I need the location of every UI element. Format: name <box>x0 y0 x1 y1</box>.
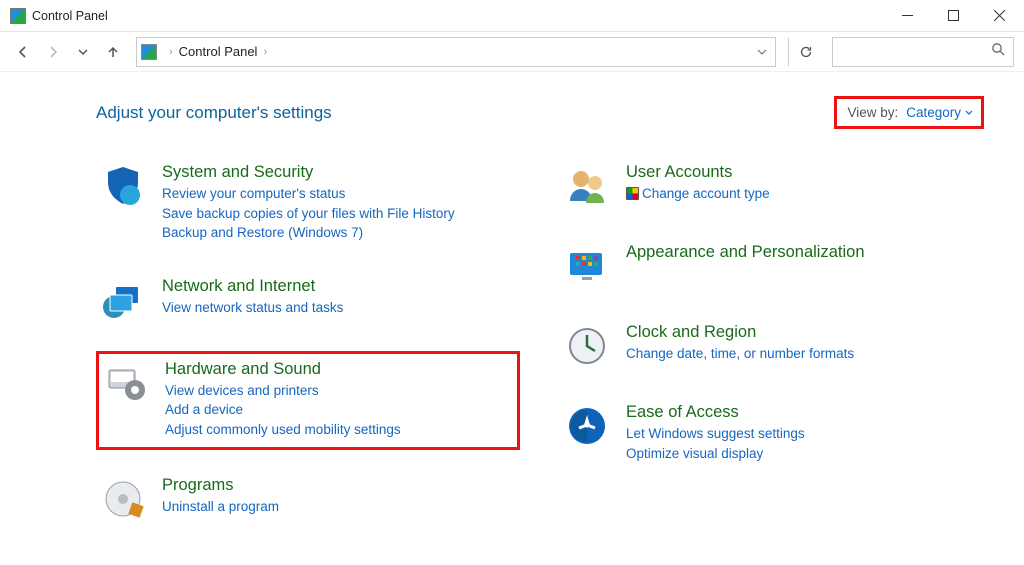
search-icon <box>991 42 1005 61</box>
breadcrumb-current[interactable]: Control Panel <box>179 44 258 59</box>
clock-region-icon[interactable] <box>564 323 610 369</box>
refresh-button[interactable] <box>788 38 822 66</box>
maximize-button[interactable] <box>930 0 976 32</box>
category-link[interactable]: Change date, time, or number formats <box>626 344 854 364</box>
control-panel-icon <box>141 44 157 60</box>
appearance-personalization-icon[interactable] <box>564 243 610 289</box>
category-programs: Programs Uninstall a program <box>96 470 520 530</box>
category-title[interactable]: Hardware and Sound <box>165 360 401 379</box>
category-title[interactable]: User Accounts <box>626 163 770 182</box>
category-title[interactable]: Ease of Access <box>626 403 805 422</box>
category-link[interactable]: Backup and Restore (Windows 7) <box>162 223 455 243</box>
category-link[interactable]: Change account type <box>626 184 770 204</box>
category-clock-region: Clock and Region Change date, time, or nu… <box>560 317 984 377</box>
page-heading: Adjust your computer's settings <box>96 103 834 123</box>
window-title: Control Panel <box>32 9 884 23</box>
chevron-right-icon[interactable]: › <box>263 46 267 58</box>
uac-shield-icon <box>626 187 639 200</box>
view-by-label: View by: <box>847 105 898 120</box>
category-appearance-personalization: Appearance and Personalization <box>560 237 984 297</box>
category-title[interactable]: Appearance and Personalization <box>626 243 865 262</box>
category-title[interactable]: Programs <box>162 476 279 495</box>
category-link[interactable]: Adjust commonly used mobility settings <box>165 420 401 440</box>
view-by-value: Category <box>906 105 961 120</box>
category-ease-of-access: Ease of Access Let Windows suggest settin… <box>560 397 984 471</box>
category-link[interactable]: View network status and tasks <box>162 298 343 318</box>
content-area: Adjust your computer's settings View by:… <box>0 72 1024 550</box>
category-link[interactable]: Let Windows suggest settings <box>626 424 805 444</box>
up-button[interactable] <box>100 39 126 65</box>
category-user-accounts: User Accounts Change account type <box>560 157 984 217</box>
hardware-sound-icon[interactable] <box>103 360 149 406</box>
recent-locations-dropdown[interactable] <box>70 39 96 65</box>
category-network-internet: Network and Internet View network status … <box>96 271 520 331</box>
category-link[interactable]: Uninstall a program <box>162 497 279 517</box>
back-button[interactable] <box>10 39 36 65</box>
user-accounts-icon[interactable] <box>564 163 610 209</box>
category-title[interactable]: Network and Internet <box>162 277 343 296</box>
programs-icon[interactable] <box>100 476 146 522</box>
category-link[interactable]: Review your computer's status <box>162 184 455 204</box>
network-internet-icon[interactable] <box>100 277 146 323</box>
category-column-right: User Accounts Change account type Appearan… <box>560 157 984 530</box>
category-link[interactable]: Save backup copies of your files with Fi… <box>162 204 455 224</box>
category-hardware-sound: Hardware and Sound View devices and print… <box>96 351 520 451</box>
control-panel-icon <box>10 8 26 24</box>
view-by-selector[interactable]: View by: Category <box>834 96 984 129</box>
category-link[interactable]: Add a device <box>165 400 401 420</box>
system-security-icon[interactable] <box>100 163 146 209</box>
address-bar[interactable]: › Control Panel › <box>136 37 776 67</box>
category-title[interactable]: Clock and Region <box>626 323 854 342</box>
minimize-button[interactable] <box>884 0 930 32</box>
chevron-down-icon <box>965 109 973 117</box>
navigation-toolbar: › Control Panel › <box>0 32 1024 72</box>
search-input[interactable] <box>832 37 1014 67</box>
category-system-security: System and Security Review your computer'… <box>96 157 520 251</box>
category-column-left: System and Security Review your computer'… <box>96 157 520 530</box>
chevron-right-icon[interactable]: › <box>169 46 173 58</box>
category-link[interactable]: Optimize visual display <box>626 444 805 464</box>
address-history-dropdown[interactable] <box>751 38 773 66</box>
category-title[interactable]: System and Security <box>162 163 455 182</box>
window-titlebar: Control Panel <box>0 0 1024 32</box>
ease-of-access-icon[interactable] <box>564 403 610 449</box>
close-button[interactable] <box>976 0 1022 32</box>
forward-button[interactable] <box>40 39 66 65</box>
category-link[interactable]: View devices and printers <box>165 381 401 401</box>
